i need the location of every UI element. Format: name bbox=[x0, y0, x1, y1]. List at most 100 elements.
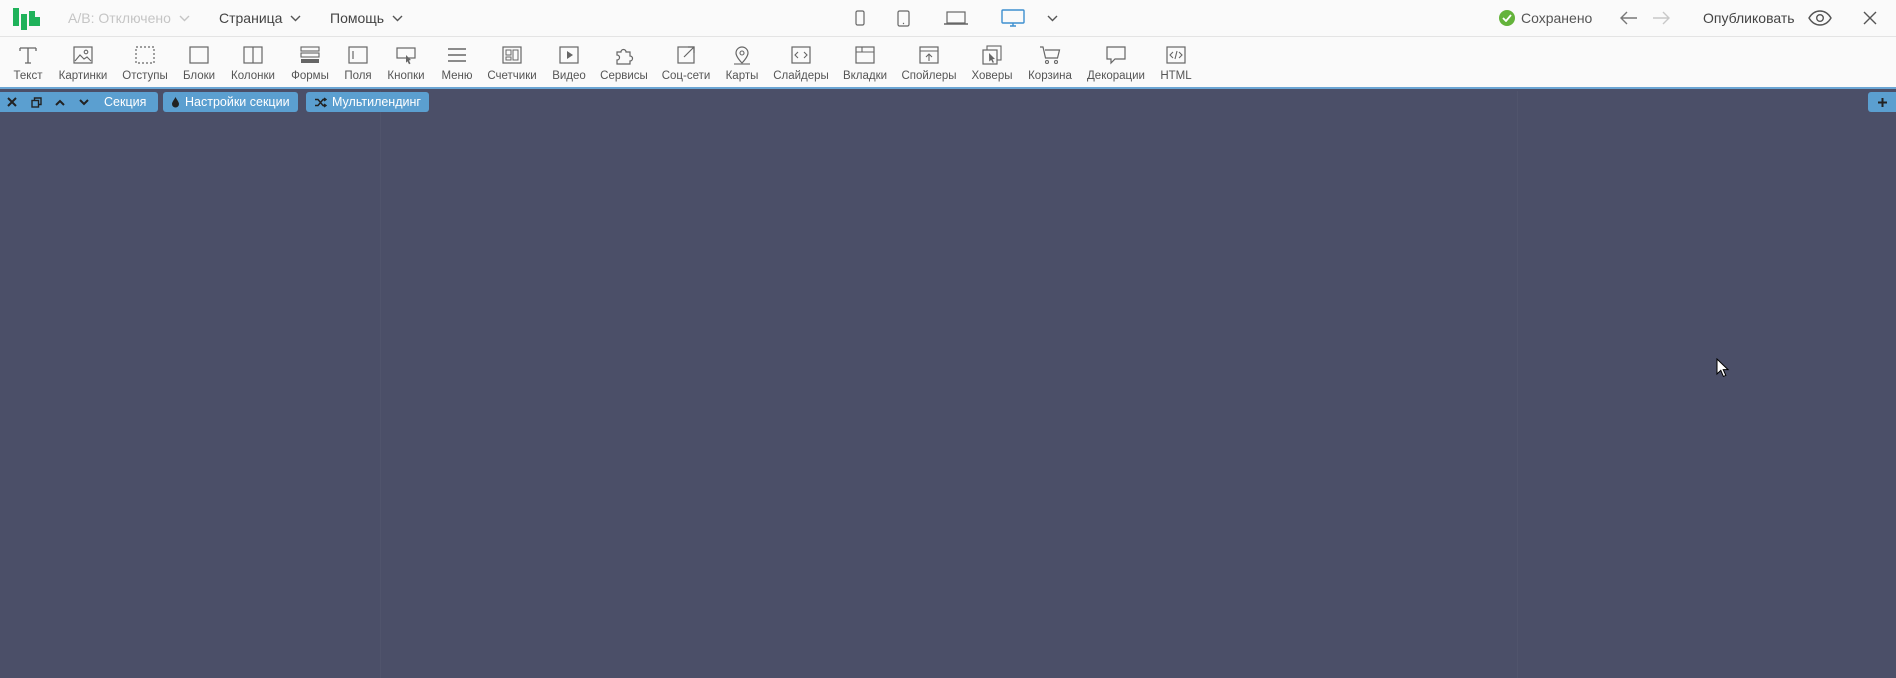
tool-tabs[interactable]: Вкладки bbox=[842, 37, 888, 87]
editor-canvas[interactable] bbox=[0, 91, 1896, 678]
ab-test-dropdown[interactable]: A/B: Отключено bbox=[68, 0, 190, 36]
tool-buttons[interactable]: Кнопки bbox=[386, 37, 426, 87]
tool-label: Счетчики bbox=[487, 70, 537, 82]
save-status: Сохранено bbox=[1499, 0, 1592, 36]
tool-label: Слайдеры bbox=[773, 70, 829, 82]
tool-label: Спойлеры bbox=[901, 70, 957, 82]
tool-sliders[interactable]: Слайдеры bbox=[773, 37, 829, 87]
redo-arrow-icon[interactable] bbox=[1651, 9, 1671, 27]
code-icon bbox=[1166, 46, 1186, 64]
speech-bubble-icon bbox=[1106, 46, 1126, 65]
help-menu-label: Помощь bbox=[330, 10, 385, 26]
tool-html[interactable]: HTML bbox=[1159, 37, 1193, 87]
tool-text[interactable]: Текст bbox=[11, 37, 45, 87]
tool-cart[interactable]: Корзина bbox=[1027, 37, 1073, 87]
preview-eye-icon[interactable] bbox=[1808, 10, 1832, 26]
section-settings-label: Настройки секции bbox=[185, 95, 290, 109]
tool-label: Карты bbox=[725, 70, 759, 82]
tool-label: Поля bbox=[344, 70, 372, 82]
tool-label: Декорации bbox=[1087, 70, 1145, 82]
app-logo[interactable] bbox=[13, 8, 41, 30]
move-section-down-button[interactable] bbox=[72, 92, 96, 112]
map-pin-icon bbox=[734, 46, 750, 65]
text-icon bbox=[19, 47, 37, 64]
tool-label: Картинки bbox=[58, 70, 108, 82]
tool-label: Кнопки bbox=[387, 70, 425, 82]
tool-spacers[interactable]: Отступы bbox=[122, 37, 168, 87]
elements-toolbar: Текст Картинки Отступы Блоки Колонки Фор… bbox=[0, 37, 1896, 89]
section-label: Секция bbox=[104, 95, 147, 109]
delete-section-button[interactable] bbox=[0, 92, 24, 112]
tool-maps[interactable]: Карты bbox=[724, 37, 760, 87]
copy-section-button[interactable] bbox=[24, 92, 48, 112]
section-controls: Секция bbox=[0, 92, 159, 112]
tool-spoilers[interactable]: Спойлеры bbox=[901, 37, 957, 87]
drop-icon bbox=[172, 97, 179, 108]
tool-label: Формы bbox=[291, 70, 329, 82]
close-icon[interactable] bbox=[1862, 10, 1878, 26]
laptop-icon[interactable] bbox=[943, 8, 969, 28]
tool-label: Видео bbox=[552, 70, 586, 82]
chevron-down-icon bbox=[79, 98, 89, 105]
tool-menu[interactable]: Меню bbox=[440, 37, 474, 87]
tool-hovers[interactable]: Ховеры bbox=[970, 37, 1014, 87]
plus-icon bbox=[1877, 97, 1887, 107]
check-circle-icon bbox=[1499, 10, 1515, 26]
tool-label: Текст bbox=[13, 70, 43, 82]
tabs-icon bbox=[855, 46, 875, 64]
shuffle-icon bbox=[315, 96, 327, 108]
tablet-icon[interactable] bbox=[896, 8, 910, 28]
section-settings-button[interactable]: Настройки секции bbox=[163, 92, 298, 112]
mouse-cursor-icon bbox=[1716, 358, 1730, 378]
chevron-up-icon bbox=[55, 99, 65, 106]
tool-label: Вкладки bbox=[842, 70, 888, 82]
close-icon bbox=[7, 97, 17, 107]
form-icon bbox=[300, 46, 320, 63]
save-status-label: Сохранено bbox=[1521, 10, 1593, 26]
chevron-down-icon bbox=[290, 15, 301, 21]
hover-icon bbox=[982, 45, 1002, 65]
add-section-button[interactable] bbox=[1868, 92, 1896, 112]
tool-label: Корзина bbox=[1028, 70, 1072, 82]
multilanding-label: Мультилендинг bbox=[332, 95, 421, 109]
tool-label: Отступы bbox=[122, 70, 168, 82]
publish-button[interactable]: Опубликовать bbox=[1703, 0, 1795, 36]
tool-counters[interactable]: Счетчики bbox=[487, 37, 537, 87]
desktop-icon[interactable] bbox=[1001, 8, 1025, 28]
move-section-up-button[interactable] bbox=[48, 92, 72, 112]
device-chevron-down-icon[interactable] bbox=[1046, 8, 1058, 28]
tool-label: HTML bbox=[1160, 70, 1192, 82]
tool-label: Меню bbox=[441, 70, 473, 82]
undo-arrow-icon[interactable] bbox=[1619, 9, 1639, 27]
tool-images[interactable]: Картинки bbox=[58, 37, 108, 87]
tool-fields[interactable]: Поля bbox=[343, 37, 373, 87]
help-menu[interactable]: Помощь bbox=[330, 0, 403, 36]
tool-video[interactable]: Видео bbox=[551, 37, 587, 87]
tool-blocks[interactable]: Блоки bbox=[182, 37, 216, 87]
tool-social[interactable]: Соц-сети bbox=[661, 37, 711, 87]
grid-guide-right bbox=[1517, 91, 1518, 678]
field-icon bbox=[348, 46, 368, 64]
mobile-portrait-icon[interactable] bbox=[854, 8, 866, 28]
ab-test-label: A/B: Отключено bbox=[68, 10, 171, 26]
tool-forms[interactable]: Формы bbox=[290, 37, 330, 87]
menu-icon bbox=[448, 48, 466, 62]
top-bar: A/B: Отключено Страница Помощь Сохранено… bbox=[0, 0, 1896, 37]
puzzle-icon bbox=[616, 48, 634, 65]
page-menu-label: Страница bbox=[219, 10, 283, 26]
tool-decorations[interactable]: Декорации bbox=[1087, 37, 1145, 87]
tool-label: Блоки bbox=[182, 70, 216, 82]
cart-icon bbox=[1040, 46, 1061, 65]
copy-icon bbox=[30, 96, 42, 108]
tool-columns[interactable]: Колонки bbox=[230, 37, 276, 87]
spacer-icon bbox=[135, 46, 155, 64]
chevron-down-icon bbox=[392, 15, 403, 21]
multilanding-button[interactable]: Мультилендинг bbox=[306, 92, 429, 112]
page-menu[interactable]: Страница bbox=[219, 0, 301, 36]
tool-label: Соц-сети bbox=[661, 70, 711, 82]
tool-label: Колонки bbox=[231, 70, 275, 82]
slider-icon bbox=[791, 46, 811, 64]
tool-services[interactable]: Сервисы bbox=[600, 37, 648, 87]
counter-icon bbox=[502, 46, 522, 64]
tool-label: Ховеры bbox=[971, 70, 1013, 82]
